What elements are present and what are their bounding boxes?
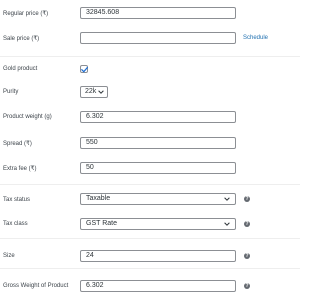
tax-status-select[interactable]: Taxable	[80, 193, 236, 205]
gross-weight-label: Gross Weight of Product	[3, 283, 69, 289]
divider	[0, 184, 300, 185]
schedule-link[interactable]: Schedule	[243, 35, 268, 41]
purity-value: 22k	[85, 88, 97, 95]
product-general-panel: Regular price (₹) 32845.608 Sale price (…	[0, 0, 300, 300]
help-icon[interactable]: ?	[244, 253, 250, 259]
gold-product-label: Gold product	[3, 66, 38, 72]
gross-weight-input[interactable]: 6.302	[80, 280, 236, 292]
tax-class-label: Tax class	[3, 221, 28, 227]
product-weight-input[interactable]: 6.302	[80, 111, 236, 123]
tax-class-select[interactable]: GST Rate	[80, 218, 236, 230]
sale-price-input[interactable]	[80, 32, 236, 44]
divider	[0, 268, 300, 269]
help-icon[interactable]: ?	[244, 196, 250, 202]
spread-input[interactable]: 550	[80, 137, 236, 149]
tax-status-label: Tax status	[3, 197, 31, 203]
extra-fee-input[interactable]: 50	[80, 162, 236, 174]
chevron-down-icon	[98, 90, 104, 94]
sale-price-label: Sale price (₹)	[3, 36, 40, 42]
spread-label: Spread (₹)	[3, 141, 32, 147]
tax-class-value: GST Rate	[86, 220, 117, 227]
divider	[0, 238, 300, 239]
size-input[interactable]: 24	[80, 250, 236, 262]
chevron-down-icon	[224, 197, 230, 201]
purity-label: Purity	[3, 89, 19, 95]
extra-fee-label: Extra fee (₹)	[3, 166, 37, 172]
help-icon[interactable]: ?	[244, 221, 250, 227]
regular-price-label: Regular price (₹)	[3, 11, 49, 17]
check-icon	[81, 66, 89, 73]
gold-product-checkbox[interactable]	[80, 65, 89, 73]
product-weight-label: Product weight (g)	[3, 114, 52, 120]
divider	[0, 56, 300, 57]
size-label: Size	[3, 253, 15, 259]
purity-select[interactable]: 22k	[80, 86, 108, 98]
regular-price-input[interactable]: 32845.608	[80, 7, 236, 19]
tax-status-value: Taxable	[86, 195, 111, 202]
help-icon[interactable]: ?	[244, 283, 250, 289]
chevron-down-icon	[224, 222, 230, 226]
